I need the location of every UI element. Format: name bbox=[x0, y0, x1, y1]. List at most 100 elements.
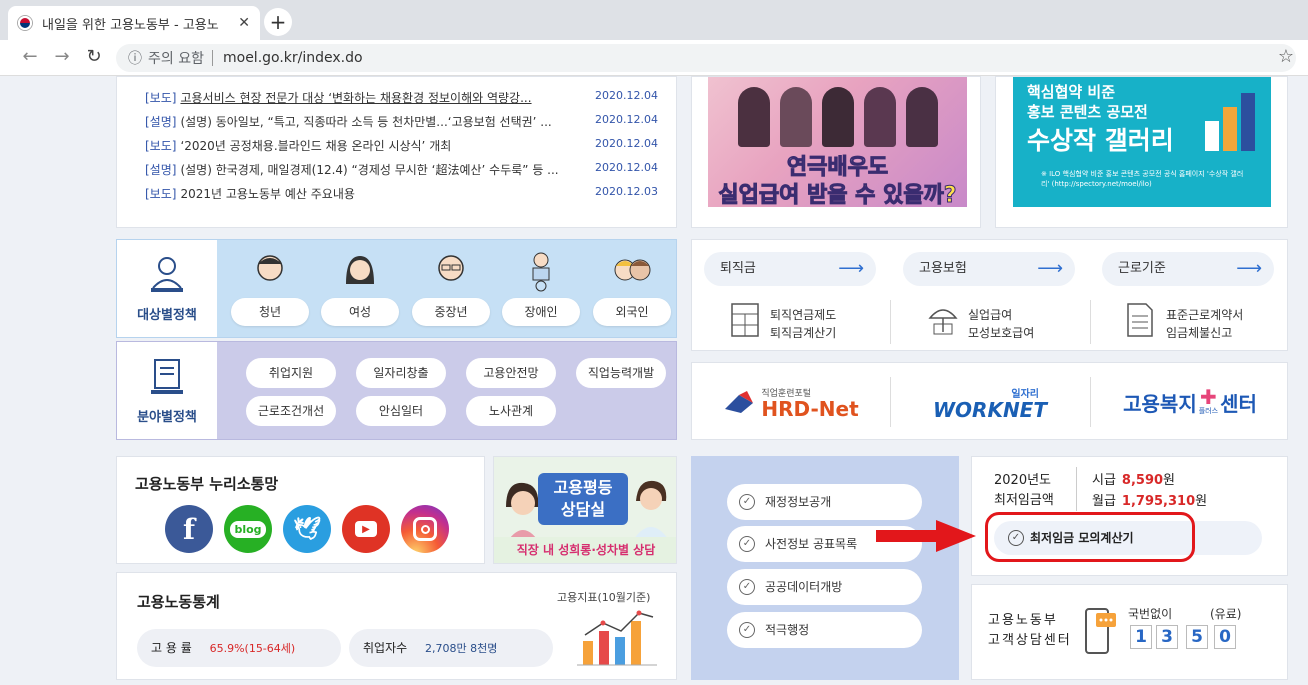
new-tab-button[interactable]: + bbox=[264, 8, 292, 36]
employment-welfare-center-link[interactable]: 고용복지 ✚ 플러스 센터 bbox=[1091, 363, 1289, 441]
instagram-icon[interactable] bbox=[401, 505, 449, 553]
category-youth[interactable]: 청년 bbox=[231, 250, 309, 326]
back-icon[interactable]: ← bbox=[18, 46, 42, 67]
standard-contract-link[interactable]: 표준근로계약서 bbox=[1166, 306, 1243, 324]
banner-image[interactable]: 연극배우도 실업급여 받을 수 있을까? bbox=[708, 77, 967, 207]
monthly-wage: 월급 1,795,310원 bbox=[1092, 490, 1207, 509]
worknet-link[interactable]: 일자리 WORKNET bbox=[891, 363, 1089, 441]
welfare-name: 고용복지 bbox=[1123, 391, 1197, 416]
field-job-creation[interactable]: 일자리창출 bbox=[356, 358, 446, 388]
check-circle-icon: ✓ bbox=[739, 494, 755, 510]
url-text[interactable]: moel.go.kr/index.do bbox=[223, 50, 363, 66]
news-title[interactable]: 고용서비스 현장 전문가 대상 ‘변화하는 채용환경 정보이해와 역량강... bbox=[180, 89, 595, 106]
bookmark-star-icon[interactable]: ☆ bbox=[1278, 46, 1294, 67]
divider bbox=[211, 50, 213, 66]
stats-title: 고용노동통계 bbox=[137, 593, 220, 611]
divider bbox=[1090, 300, 1091, 344]
news-item[interactable]: [설명] (설명) 한국경제, 매일경제(12.4) “경제성 무시한 ‘超法예… bbox=[145, 161, 658, 178]
hourly-wage: 시급 8,590원 bbox=[1092, 469, 1175, 488]
fiscal-info-button[interactable]: ✓ 재정정보공개 bbox=[727, 484, 922, 520]
category-disabled[interactable]: 장애인 bbox=[502, 250, 580, 326]
severance-sub: 퇴직연금제도 퇴직금계산기 bbox=[770, 306, 836, 342]
check-circle-icon: ✓ bbox=[739, 536, 755, 552]
public-data-button[interactable]: ✓ 공공데이터개방 bbox=[727, 569, 922, 605]
equality-line1: 고용평등 bbox=[553, 478, 613, 497]
news-item[interactable]: [보도] 2021년 고용노동부 예산 주요내용 2020.12.03 bbox=[145, 185, 658, 202]
category-middle-aged[interactable]: 중장년 bbox=[412, 250, 490, 326]
welfare-plus: ✚ 플러스 bbox=[1199, 387, 1218, 416]
browser-tab[interactable]: 내일을 위한 고용노동부 - 고용노 ✕ bbox=[8, 6, 260, 40]
facebook-icon[interactable]: f bbox=[165, 505, 213, 553]
women-button[interactable]: 여성 bbox=[321, 298, 399, 326]
youtube-icon[interactable]: ▶ bbox=[342, 505, 390, 553]
middle-aged-button[interactable]: 중장년 bbox=[412, 298, 490, 326]
pre-disclosure-label: 사전정보 공표목록 bbox=[765, 537, 858, 551]
field-job-support[interactable]: 취업지원 bbox=[246, 358, 336, 388]
equality-sign: 고용평등 상담실 bbox=[538, 473, 628, 525]
hrd-net-logo: 직업훈련포털 HRD-Net bbox=[761, 386, 858, 419]
category-foreigners[interactable]: 외국인 bbox=[593, 250, 671, 326]
banner-image[interactable]: 핵심협약 비준 홍보 콘텐츠 공모전 수상작 갤러리 ※ ILO 핵심협약 비준… bbox=[1013, 77, 1271, 207]
worknet-logo: 일자리 WORKNET bbox=[933, 385, 1047, 420]
public-data-label: 공공데이터개방 bbox=[765, 580, 843, 594]
news-date: 2020.12.04 bbox=[595, 113, 658, 126]
security-warning[interactable]: 주의 요함 bbox=[148, 48, 204, 68]
woman-icon bbox=[346, 256, 374, 284]
field-vocational-training[interactable]: 직업능력개발 bbox=[576, 358, 666, 388]
severance-calculator-link[interactable]: 퇴직금계산기 bbox=[770, 324, 836, 342]
tab-title: 내일을 위한 고용노동부 - 고용노 bbox=[42, 17, 219, 33]
social-title: 고용노동부 누리소통망 bbox=[135, 475, 279, 493]
twitter-icon[interactable]: 🕊 bbox=[283, 505, 331, 553]
favicon-icon bbox=[18, 16, 32, 30]
wage-arrears-report-link[interactable]: 임금체불신고 bbox=[1166, 324, 1243, 342]
news-item[interactable]: [설명] (설명) 동아일보, “특고, 직종따라 소득 등 천차만별...‘고… bbox=[145, 113, 658, 130]
youth-button[interactable]: 청년 bbox=[231, 298, 309, 326]
banner-actor-unemployment[interactable]: 연극배우도 실업급여 받을 수 있을까? bbox=[691, 76, 981, 228]
forward-icon[interactable]: → bbox=[50, 46, 74, 67]
news-category: [설명] bbox=[145, 115, 177, 129]
disabled-button[interactable]: 장애인 bbox=[502, 298, 580, 326]
red-arrow-icon bbox=[876, 520, 976, 552]
news-date: 2020.12.03 bbox=[595, 185, 658, 198]
labor-standards-sub: 표준근로계약서 임금체불신고 bbox=[1166, 306, 1243, 342]
severance-link[interactable]: 퇴직금 ⟶ bbox=[704, 252, 876, 286]
news-item[interactable]: [보도] ‘2020년 공정채용.블라인드 채용 온라인 시상식’ 개최 202… bbox=[145, 137, 658, 154]
paid-call-label: (유료) bbox=[1210, 607, 1242, 621]
employment-rate[interactable]: 고 용 률 65.9%(15-64세) bbox=[137, 629, 341, 667]
news-item[interactable]: [보도] 고용서비스 현장 전문가 대상 ‘변화하는 채용환경 정보이해와 역량… bbox=[145, 89, 658, 106]
category-women[interactable]: 여성 bbox=[321, 250, 399, 326]
monthly-unit: 원 bbox=[1195, 494, 1208, 509]
monthly-label: 월급 bbox=[1092, 494, 1116, 509]
contract-document-icon bbox=[1127, 303, 1153, 337]
banner-ilo-gallery[interactable]: 핵심협약 비준 홍보 콘텐츠 공모전 수상작 갤러리 ※ ILO 핵심협약 비준… bbox=[995, 76, 1288, 228]
field-working-conditions[interactable]: 근로조건개선 bbox=[246, 396, 336, 426]
labor-statistics-panel: 고용노동통계 고용지표(10월기준) 고 용 률 65.9%(15-64세) 취… bbox=[116, 572, 677, 680]
url-field[interactable]: ⓘ 주의 요함 moel.go.kr/index.do bbox=[116, 44, 1296, 72]
banner-line3: 수상작 갤러리 bbox=[1027, 126, 1174, 155]
severance-pension-link[interactable]: 퇴직연금제도 bbox=[770, 306, 836, 324]
warning-icon[interactable]: ⓘ bbox=[128, 48, 142, 68]
news-category: [보도] bbox=[145, 139, 177, 153]
unemployment-benefit-link[interactable]: 실업급여 bbox=[968, 306, 1034, 324]
equality-counseling-banner[interactable]: 고용평등 상담실 직장 내 성희롱·성차별 상담 bbox=[493, 456, 677, 564]
proactive-admin-button[interactable]: ✓ 적극행정 bbox=[727, 612, 922, 648]
employed-count[interactable]: 취업자수 2,708만 8천명 bbox=[349, 629, 553, 667]
monthly-value: 1,795,310 bbox=[1121, 494, 1196, 509]
target-policy-label: 대상별정책 bbox=[137, 308, 197, 323]
foreigners-button[interactable]: 외국인 bbox=[593, 298, 671, 326]
close-tab-icon[interactable]: ✕ bbox=[238, 15, 250, 31]
news-title[interactable]: (설명) 한국경제, 매일경제(12.4) “경제성 무시한 ‘超法예산’ 수두… bbox=[180, 161, 595, 178]
news-title[interactable]: 2021년 고용노동부 예산 주요내용 bbox=[180, 185, 595, 202]
reload-icon[interactable]: ↻ bbox=[82, 46, 106, 67]
bar-chart-icon bbox=[577, 610, 657, 666]
employment-insurance-link[interactable]: 고용보험 ⟶ bbox=[903, 252, 1075, 286]
labor-standards-link[interactable]: 근로기준 ⟶ bbox=[1102, 252, 1274, 286]
news-title[interactable]: ‘2020년 공정채용.블라인드 채용 온라인 시상식’ 개최 bbox=[180, 137, 595, 154]
news-title[interactable]: (설명) 동아일보, “특고, 직종따라 소득 등 천차만별...‘고용보험 선… bbox=[180, 113, 595, 130]
hrd-net-link[interactable]: 직업훈련포털 HRD-Net bbox=[692, 363, 890, 441]
blog-icon[interactable]: blog bbox=[224, 505, 272, 553]
field-labor-relations[interactable]: 노사관계 bbox=[466, 396, 556, 426]
maternity-benefit-link[interactable]: 모성보호급여 bbox=[968, 324, 1034, 342]
field-safe-workplace[interactable]: 안심일터 bbox=[356, 396, 446, 426]
field-safety-net[interactable]: 고용안전망 bbox=[466, 358, 556, 388]
